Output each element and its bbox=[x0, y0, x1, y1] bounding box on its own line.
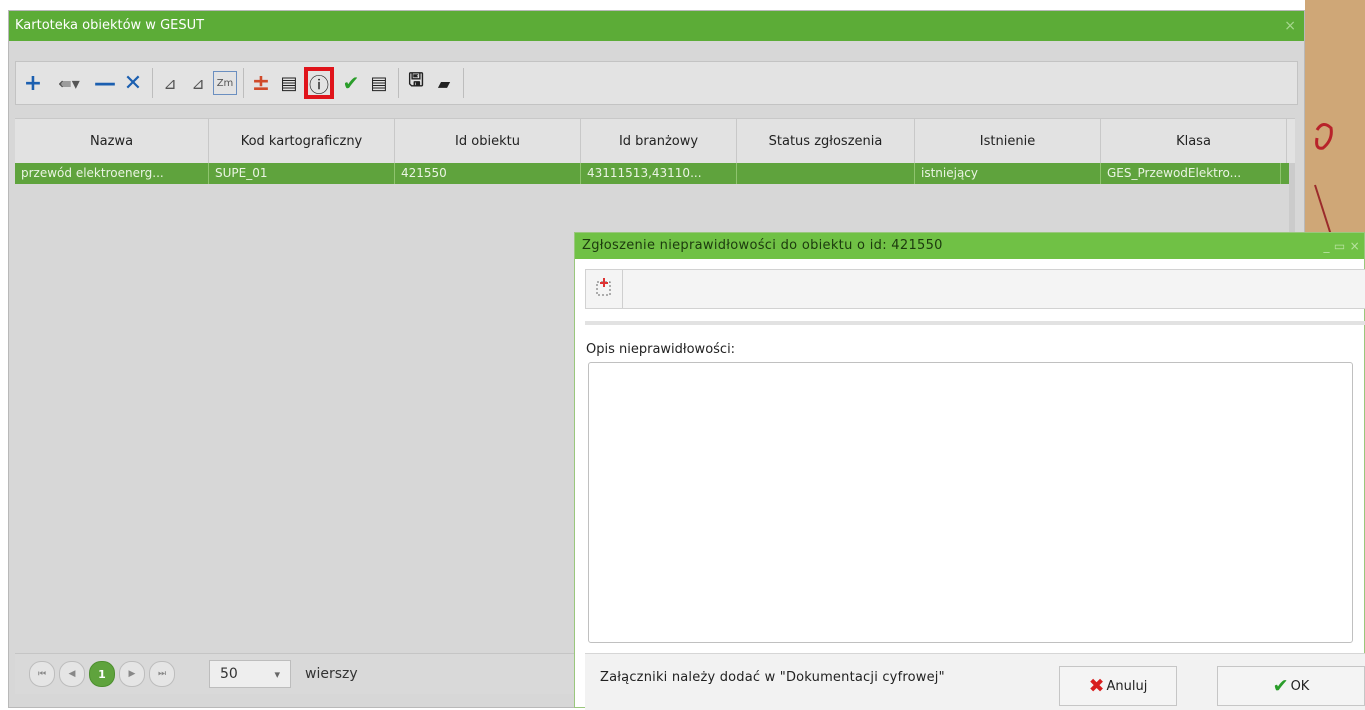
delete-button[interactable]: ✕ bbox=[120, 68, 146, 98]
close-icon: ✖ bbox=[1088, 675, 1105, 697]
dialog-footer: Załączniki należy dodać w "Dokumentacji … bbox=[585, 653, 1365, 710]
description-label: Opis nieprawidłowości: bbox=[586, 342, 736, 357]
plus-minus-button[interactable]: ± bbox=[248, 68, 274, 98]
toolbar-separator bbox=[243, 68, 244, 98]
grid-header: Nazwa Kod kartograficzny Id obiektu Id b… bbox=[15, 118, 1295, 165]
first-page-button[interactable]: ⏮ bbox=[29, 661, 55, 687]
cancel-button[interactable]: ✖ Anuluj bbox=[1059, 666, 1177, 706]
add-dropdown-button[interactable]: ⇚▾ bbox=[48, 68, 90, 98]
column-header-klasa[interactable]: Klasa bbox=[1101, 119, 1287, 164]
edit-geometry-button[interactable]: ⊿ bbox=[157, 68, 183, 98]
last-page-button[interactable]: ⏭ bbox=[149, 661, 175, 687]
window-controls-icon[interactable]: _ ▭ × bbox=[1323, 233, 1360, 259]
dialog-titlebar[interactable]: Zgłoszenie nieprawidłowości do obiektu o… bbox=[575, 233, 1364, 259]
add-button[interactable]: + bbox=[20, 68, 46, 98]
last-page-icon: ⏭ bbox=[157, 669, 167, 679]
cell-status bbox=[737, 163, 915, 184]
cell-klasa: GES_PrzewodElektro... bbox=[1101, 163, 1281, 184]
column-header-status[interactable]: Status zgłoszenia bbox=[737, 119, 915, 164]
cancel-label: Anuluj bbox=[1106, 678, 1148, 694]
next-page-icon: ▶ bbox=[128, 669, 136, 679]
chevron-down-icon: ▾ bbox=[274, 667, 280, 681]
toolbar-separator bbox=[398, 68, 399, 98]
current-page-indicator[interactable]: 1 bbox=[89, 661, 115, 687]
edit-attributes-icon: ⊿ bbox=[191, 73, 205, 93]
cell-id-obiektu: 421550 bbox=[395, 163, 581, 184]
list-button[interactable]: ▤ bbox=[366, 68, 392, 98]
exclamation-circle-icon: ⓘ bbox=[309, 72, 329, 97]
stack-button[interactable]: ▤ bbox=[276, 68, 302, 98]
open-folder-button[interactable]: ▰ bbox=[431, 68, 457, 98]
table-row[interactable]: przewód elektroenerg... SUPE_01 421550 4… bbox=[15, 163, 1289, 184]
plus-minus-icon: ± bbox=[251, 70, 271, 96]
save-button[interactable]: 🖫 bbox=[403, 68, 429, 98]
page-size-select[interactable]: 50 ▾ bbox=[209, 660, 291, 688]
close-icon[interactable]: × bbox=[1284, 11, 1296, 41]
folder-icon: ▰ bbox=[437, 73, 451, 93]
toolbar-separator bbox=[463, 68, 464, 98]
column-header-kod[interactable]: Kod kartograficzny bbox=[209, 119, 395, 164]
first-page-icon: ⏮ bbox=[37, 669, 47, 679]
main-toolbar: + ⇚▾ — ✕ ⊿ ⊿ Zm ± ▤ ⓘ ✔ ▤ 🖫 ▰ bbox=[15, 61, 1298, 105]
floppy-icon: 🖫 bbox=[408, 70, 424, 91]
ok-button[interactable]: ✔ OK bbox=[1217, 666, 1365, 706]
ok-label: OK bbox=[1290, 678, 1310, 694]
zoom-button[interactable]: Zm bbox=[213, 71, 237, 95]
cell-istnienie: istniejący bbox=[915, 163, 1101, 184]
column-header-id-obiektu[interactable]: Id obiektu bbox=[395, 119, 581, 164]
select-area-icon bbox=[595, 277, 613, 301]
report-issue-button[interactable]: ⓘ bbox=[304, 67, 334, 99]
check-icon: ✔ bbox=[342, 71, 360, 95]
dialog-divider bbox=[585, 321, 1365, 325]
window-titlebar[interactable]: Kartoteka obiektów w GESUT × bbox=[9, 11, 1304, 41]
cell-id-branzowy: 43111513,43110... bbox=[581, 163, 737, 184]
description-textarea[interactable] bbox=[588, 362, 1353, 643]
select-area-button[interactable] bbox=[586, 270, 623, 308]
cell-kod: SUPE_01 bbox=[209, 163, 395, 184]
accept-button[interactable]: ✔ bbox=[338, 68, 364, 98]
plus-icon: + bbox=[23, 70, 43, 96]
edit-attributes-button[interactable]: ⊿ bbox=[185, 68, 211, 98]
cell-nazwa: przewód elektroenerg... bbox=[15, 163, 209, 184]
zoom-icon: Zm bbox=[216, 77, 234, 89]
dialog-title: Zgłoszenie nieprawidłowości do obiektu o… bbox=[582, 238, 943, 253]
import-dropdown-icon: ⇚▾ bbox=[58, 73, 80, 93]
x-icon: ✕ bbox=[123, 70, 143, 96]
edit-geometry-icon: ⊿ bbox=[163, 73, 177, 93]
rows-label: wierszy bbox=[305, 666, 358, 682]
minus-icon: — bbox=[94, 70, 116, 96]
stack-icon: ▤ bbox=[280, 72, 298, 94]
column-header-id-branzowy[interactable]: Id branżowy bbox=[581, 119, 737, 164]
prev-page-button[interactable]: ◀ bbox=[59, 661, 85, 687]
page-size-value: 50 bbox=[220, 666, 238, 682]
column-header-istnienie[interactable]: Istnienie bbox=[915, 119, 1101, 164]
prev-page-icon: ◀ bbox=[68, 669, 76, 679]
remove-button[interactable]: — bbox=[92, 68, 118, 98]
attachments-note: Załączniki należy dodać w "Dokumentacji … bbox=[600, 670, 945, 685]
dialog-toolbar bbox=[585, 269, 1365, 309]
toolbar-separator bbox=[152, 68, 153, 98]
report-issue-dialog: Zgłoszenie nieprawidłowości do obiektu o… bbox=[574, 232, 1365, 710]
next-page-button[interactable]: ▶ bbox=[119, 661, 145, 687]
window-title: Kartoteka obiektów w GESUT bbox=[15, 18, 205, 33]
check-icon: ✔ bbox=[1272, 675, 1289, 697]
column-header-nazwa[interactable]: Nazwa bbox=[15, 119, 209, 164]
list-icon: ▤ bbox=[370, 72, 388, 94]
